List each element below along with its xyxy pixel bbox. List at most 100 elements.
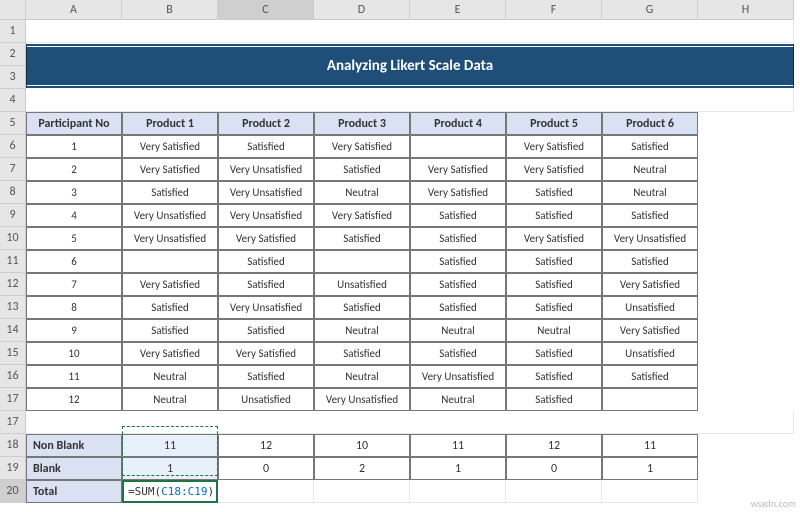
summary-value[interactable]: 1 bbox=[410, 457, 506, 480]
col-header-D[interactable]: D bbox=[314, 0, 410, 20]
cell-empty[interactable] bbox=[218, 480, 314, 503]
row-header-8[interactable]: 8 bbox=[0, 181, 26, 204]
summary-value[interactable]: 12 bbox=[506, 434, 602, 457]
header-participant[interactable]: Participant No bbox=[26, 112, 122, 135]
summary-value[interactable]: 10 bbox=[314, 434, 410, 457]
table-cell[interactable]: Satisfied bbox=[218, 365, 314, 388]
summary-value[interactable]: 1 bbox=[602, 457, 698, 480]
table-cell[interactable]: Neutral bbox=[314, 365, 410, 388]
table-cell[interactable]: Satisfied bbox=[410, 250, 506, 273]
row-header-6[interactable]: 6 bbox=[0, 135, 26, 158]
table-cell[interactable]: Satisfied bbox=[410, 204, 506, 227]
table-cell[interactable]: Very Satisfied bbox=[314, 135, 410, 158]
table-cell[interactable]: Satisfied bbox=[218, 135, 314, 158]
spreadsheet-grid[interactable]: A B C D E F G H 1 2 Analyzing Likert Sca… bbox=[0, 0, 800, 503]
table-cell[interactable]: 12 bbox=[26, 388, 122, 411]
table-cell[interactable]: Satisfied bbox=[506, 388, 602, 411]
cell-empty[interactable] bbox=[602, 480, 698, 503]
header-product5[interactable]: Product 5 bbox=[506, 112, 602, 135]
table-cell[interactable]: Satisfied bbox=[506, 273, 602, 296]
table-cell[interactable]: Satisfied bbox=[506, 181, 602, 204]
row-header-11[interactable]: 11 bbox=[0, 250, 26, 273]
row-header-5[interactable]: 5 bbox=[0, 112, 26, 135]
table-cell[interactable]: Satisfied bbox=[218, 319, 314, 342]
col-header-F[interactable]: F bbox=[506, 0, 602, 20]
table-cell[interactable]: Very Satisfied bbox=[122, 158, 218, 181]
row-header-12[interactable]: 12 bbox=[0, 273, 26, 296]
summary-value[interactable]: 12 bbox=[218, 434, 314, 457]
table-cell[interactable]: Satisfied bbox=[506, 204, 602, 227]
table-cell[interactable]: Satisfied bbox=[506, 342, 602, 365]
table-cell[interactable]: 8 bbox=[26, 296, 122, 319]
table-cell[interactable]: 10 bbox=[26, 342, 122, 365]
table-cell[interactable] bbox=[602, 388, 698, 411]
table-cell[interactable]: Unsatisfied bbox=[602, 342, 698, 365]
row-header-15[interactable]: 15 bbox=[0, 342, 26, 365]
table-cell[interactable]: Satisfied bbox=[410, 342, 506, 365]
table-cell[interactable]: Neutral bbox=[122, 388, 218, 411]
table-cell[interactable]: 9 bbox=[26, 319, 122, 342]
table-cell[interactable]: Satisfied bbox=[314, 227, 410, 250]
summary-label[interactable]: Non Blank bbox=[26, 434, 122, 457]
table-cell[interactable] bbox=[410, 135, 506, 158]
table-cell[interactable]: 6 bbox=[26, 250, 122, 273]
cell-A1-empty[interactable] bbox=[26, 20, 794, 43]
table-cell[interactable] bbox=[314, 250, 410, 273]
table-cell[interactable]: Very Unsatisfied bbox=[218, 204, 314, 227]
col-header-C[interactable]: C bbox=[218, 0, 314, 20]
table-cell[interactable]: Neutral bbox=[122, 365, 218, 388]
row-header-9[interactable]: 9 bbox=[0, 204, 26, 227]
select-all-corner[interactable] bbox=[0, 0, 26, 20]
header-product6[interactable]: Product 6 bbox=[602, 112, 698, 135]
table-cell[interactable]: Neutral bbox=[602, 158, 698, 181]
table-cell[interactable]: Neutral bbox=[602, 181, 698, 204]
cell-empty[interactable] bbox=[26, 89, 794, 112]
table-cell[interactable]: 2 bbox=[26, 158, 122, 181]
table-cell[interactable]: Very Unsatisfied bbox=[218, 181, 314, 204]
cell-empty[interactable] bbox=[314, 480, 410, 503]
col-header-B[interactable]: B bbox=[122, 0, 218, 20]
table-cell[interactable]: Very Satisfied bbox=[122, 273, 218, 296]
row-header-4[interactable]: 4 bbox=[0, 89, 26, 112]
table-cell[interactable]: Satisfied bbox=[506, 250, 602, 273]
row-header-18[interactable]: 18 bbox=[0, 434, 26, 457]
header-product2[interactable]: Product 2 bbox=[218, 112, 314, 135]
summary-value[interactable]: 2 bbox=[314, 457, 410, 480]
table-cell[interactable]: Very Satisfied bbox=[122, 135, 218, 158]
table-cell[interactable]: Neutral bbox=[410, 388, 506, 411]
cell-empty[interactable] bbox=[506, 480, 602, 503]
table-cell[interactable]: Very Unsatisfied bbox=[122, 204, 218, 227]
row-header-2[interactable]: 2 bbox=[0, 43, 26, 66]
table-cell[interactable]: Satisfied bbox=[314, 342, 410, 365]
table-cell[interactable]: Very Unsatisfied bbox=[218, 296, 314, 319]
row-header-7[interactable]: 7 bbox=[0, 158, 26, 181]
table-cell[interactable]: Unsatisfied bbox=[218, 388, 314, 411]
summary-label[interactable]: Blank bbox=[26, 457, 122, 480]
table-cell[interactable]: Satisfied bbox=[410, 273, 506, 296]
table-cell[interactable]: Very Satisfied bbox=[410, 181, 506, 204]
table-cell[interactable]: Very Satisfied bbox=[218, 342, 314, 365]
summary-label[interactable]: Total bbox=[26, 480, 122, 503]
table-cell[interactable]: 4 bbox=[26, 204, 122, 227]
table-cell[interactable]: Satisfied bbox=[410, 227, 506, 250]
row-header-16[interactable]: 16 bbox=[0, 365, 26, 388]
row-header-17[interactable]: 17 bbox=[0, 411, 26, 434]
header-product3[interactable]: Product 3 bbox=[314, 112, 410, 135]
table-cell[interactable]: Satisfied bbox=[122, 181, 218, 204]
table-cell[interactable]: Neutral bbox=[506, 319, 602, 342]
summary-value[interactable]: 11 bbox=[602, 434, 698, 457]
row-header-19[interactable]: 19 bbox=[0, 457, 26, 480]
table-cell[interactable]: Very Satisfied bbox=[602, 273, 698, 296]
row-header-3[interactable]: 3 bbox=[0, 66, 26, 89]
table-cell[interactable]: 11 bbox=[26, 365, 122, 388]
col-header-E[interactable]: E bbox=[410, 0, 506, 20]
table-cell[interactable]: Very Satisfied bbox=[602, 319, 698, 342]
table-cell[interactable]: Very Unsatisfied bbox=[602, 227, 698, 250]
summary-value[interactable]: 0 bbox=[506, 457, 602, 480]
row-header-1[interactable]: 1 bbox=[0, 20, 26, 43]
table-cell[interactable]: Satisfied bbox=[314, 296, 410, 319]
table-cell[interactable]: Very Satisfied bbox=[506, 158, 602, 181]
header-product4[interactable]: Product 4 bbox=[410, 112, 506, 135]
table-cell[interactable]: 5 bbox=[26, 227, 122, 250]
table-cell[interactable]: 3 bbox=[26, 181, 122, 204]
